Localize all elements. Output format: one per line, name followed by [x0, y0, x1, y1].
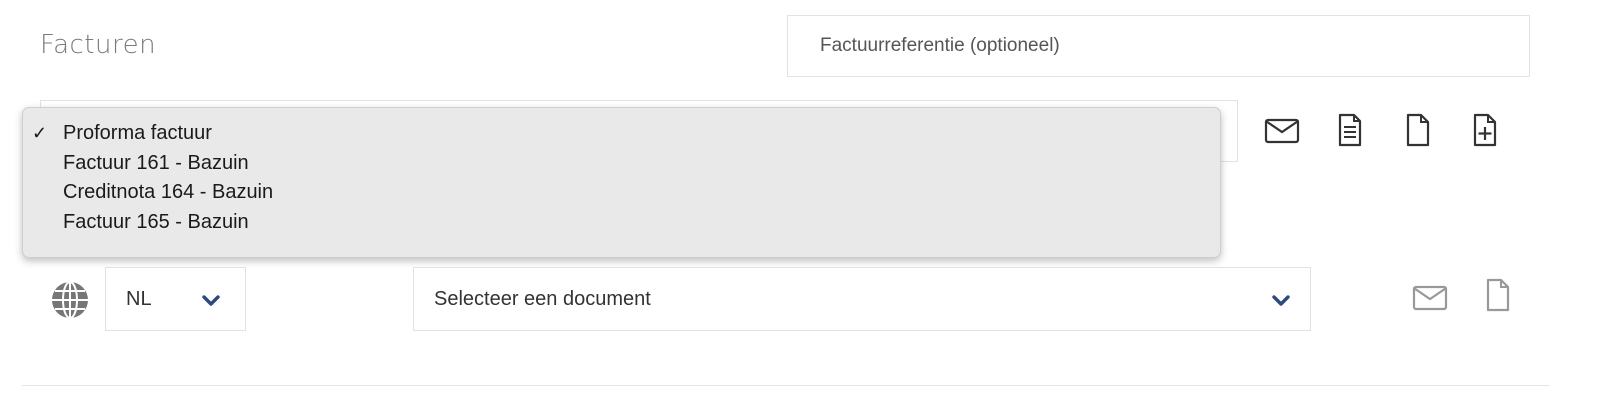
section-title: Facturen	[40, 30, 157, 60]
invoice-reference-input[interactable]	[787, 15, 1530, 77]
chevron-down-icon	[202, 295, 220, 306]
invoice-option-factuur-165[interactable]: Factuur 165 - Bazuin	[23, 208, 1220, 238]
option-label: Factuur 161 - Bazuin	[63, 151, 249, 174]
document-select[interactable]: Selecteer een document	[413, 267, 1311, 331]
invoice-option-proforma[interactable]: ✓ Proforma factuur	[23, 119, 1220, 149]
chevron-down-icon	[1272, 295, 1290, 306]
option-label: Creditnota 164 - Bazuin	[63, 181, 274, 203]
invoice-option-creditnota-164[interactable]: Creditnota 164 - Bazuin	[23, 178, 1220, 208]
document-select-value: Selecteer een document	[434, 288, 651, 310]
invoice-dropdown-menu[interactable]: ✓ Proforma factuur Factuur 161 - Bazuin …	[22, 107, 1221, 258]
option-label: Proforma factuur	[63, 122, 212, 144]
language-value: NL	[126, 288, 152, 310]
globe-icon	[50, 280, 90, 320]
document-lines-icon[interactable]	[1332, 112, 1368, 148]
option-label: Factuur 165 - Bazuin	[63, 210, 249, 233]
invoice-option-factuur-161[interactable]: Factuur 161 - Bazuin	[23, 149, 1220, 179]
checkmark-icon: ✓	[32, 123, 48, 143]
envelope-icon[interactable]	[1264, 113, 1300, 149]
language-select[interactable]: NL	[105, 267, 246, 331]
file-icon[interactable]	[1480, 277, 1516, 313]
envelope-icon[interactable]	[1412, 280, 1448, 316]
file-icon[interactable]	[1400, 112, 1436, 148]
divider	[22, 385, 1550, 386]
file-plus-icon[interactable]	[1467, 112, 1503, 148]
